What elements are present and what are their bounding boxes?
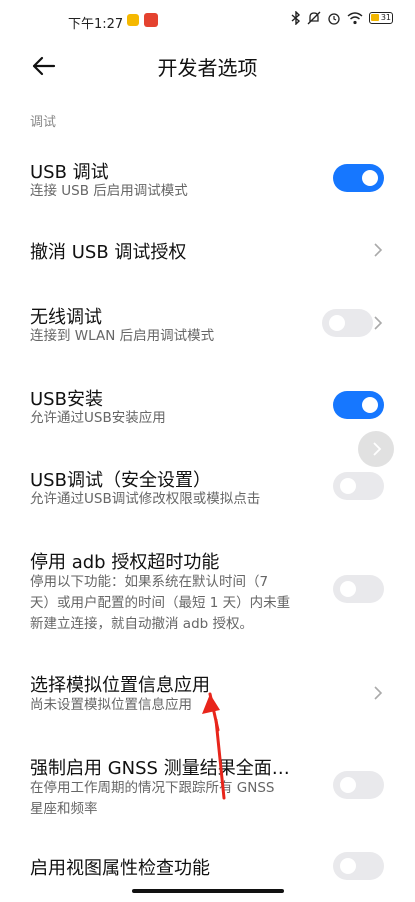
bluetooth-icon bbox=[291, 11, 301, 25]
annotation-arrow-icon bbox=[202, 692, 226, 800]
notification-app-icon bbox=[127, 14, 139, 26]
page-title: 开发者选项 bbox=[157, 56, 258, 80]
setting-title: 启用视图属性检查功能 bbox=[30, 858, 210, 879]
battery-level: 31 bbox=[380, 13, 391, 22]
setting-usb-install[interactable]: USB安装 允许通过USB安装应用 bbox=[0, 377, 415, 437]
wifi-icon bbox=[347, 11, 363, 24]
force-gnss-toggle[interactable] bbox=[333, 771, 384, 799]
setting-subtitle-line: 停用以下功能：如果系统在默认时间（7 bbox=[30, 574, 269, 590]
setting-subtitle: 连接 USB 后启用调试模式 bbox=[30, 183, 188, 199]
home-indicator[interactable] bbox=[132, 889, 284, 893]
battery-icon: 31 bbox=[369, 12, 393, 24]
mute-icon bbox=[307, 11, 321, 25]
setting-subtitle: 允许通过USB安装应用 bbox=[30, 410, 166, 426]
setting-subtitle-line: 天）或用户配置的时间（最短 1 天）内未重 bbox=[30, 595, 291, 611]
setting-usb-debugging-security[interactable]: USB调试（安全设置） 允许通过USB调试修改权限或模拟点击 bbox=[0, 458, 415, 518]
notification-app-icon-2 bbox=[144, 13, 158, 27]
app-header: 开发者选项 bbox=[0, 44, 415, 88]
disable-adb-timeout-toggle[interactable] bbox=[333, 575, 384, 603]
chevron-right-icon bbox=[374, 316, 383, 330]
status-time: 下午1:27 bbox=[68, 17, 124, 32]
section-label-debug: 调试 bbox=[30, 115, 57, 130]
setting-revoke-usb-auth[interactable]: 撤消 USB 调试授权 bbox=[0, 228, 415, 272]
status-icons: 31 bbox=[291, 11, 393, 25]
status-bar: 下午1:27 31 bbox=[0, 0, 415, 44]
setting-subtitle: 允许通过USB调试修改权限或模拟点击 bbox=[30, 491, 261, 507]
setting-view-attribute-inspection[interactable]: 启用视图属性检查功能 bbox=[0, 848, 415, 888]
chevron-right-icon bbox=[374, 243, 383, 257]
setting-subtitle-line: 星座和频率 bbox=[30, 801, 98, 817]
usb-debugging-toggle[interactable] bbox=[333, 164, 384, 192]
setting-usb-debugging[interactable]: USB 调试 连接 USB 后启用调试模式 bbox=[0, 150, 415, 210]
usb-debugging-security-toggle[interactable] bbox=[333, 472, 384, 500]
setting-title: 强制启用 GNSS 测量结果全面… bbox=[30, 758, 290, 779]
chevron-right-icon bbox=[374, 686, 383, 700]
setting-subtitle: 尚未设置模拟位置信息应用 bbox=[30, 697, 192, 713]
setting-subtitle-line: 新建立连接，就自动撤消 adb 授权。 bbox=[30, 616, 253, 632]
setting-wireless-debugging[interactable]: 无线调试 连接到 WLAN 后启用调试模式 bbox=[0, 295, 415, 355]
view-attribute-inspection-toggle[interactable] bbox=[333, 852, 384, 880]
setting-title: 撤消 USB 调试授权 bbox=[30, 242, 187, 263]
setting-title: 选择模拟位置信息应用 bbox=[30, 675, 210, 696]
setting-subtitle: 连接到 WLAN 后启用调试模式 bbox=[30, 328, 215, 344]
setting-disable-adb-timeout[interactable]: 停用 adb 授权超时功能 停用以下功能：如果系统在默认时间（7 天）或用户配置… bbox=[0, 543, 415, 635]
alarm-icon bbox=[328, 13, 340, 25]
usb-install-toggle[interactable] bbox=[333, 391, 384, 419]
wireless-debugging-toggle[interactable] bbox=[322, 309, 373, 337]
setting-title: 停用 adb 授权超时功能 bbox=[30, 552, 220, 573]
